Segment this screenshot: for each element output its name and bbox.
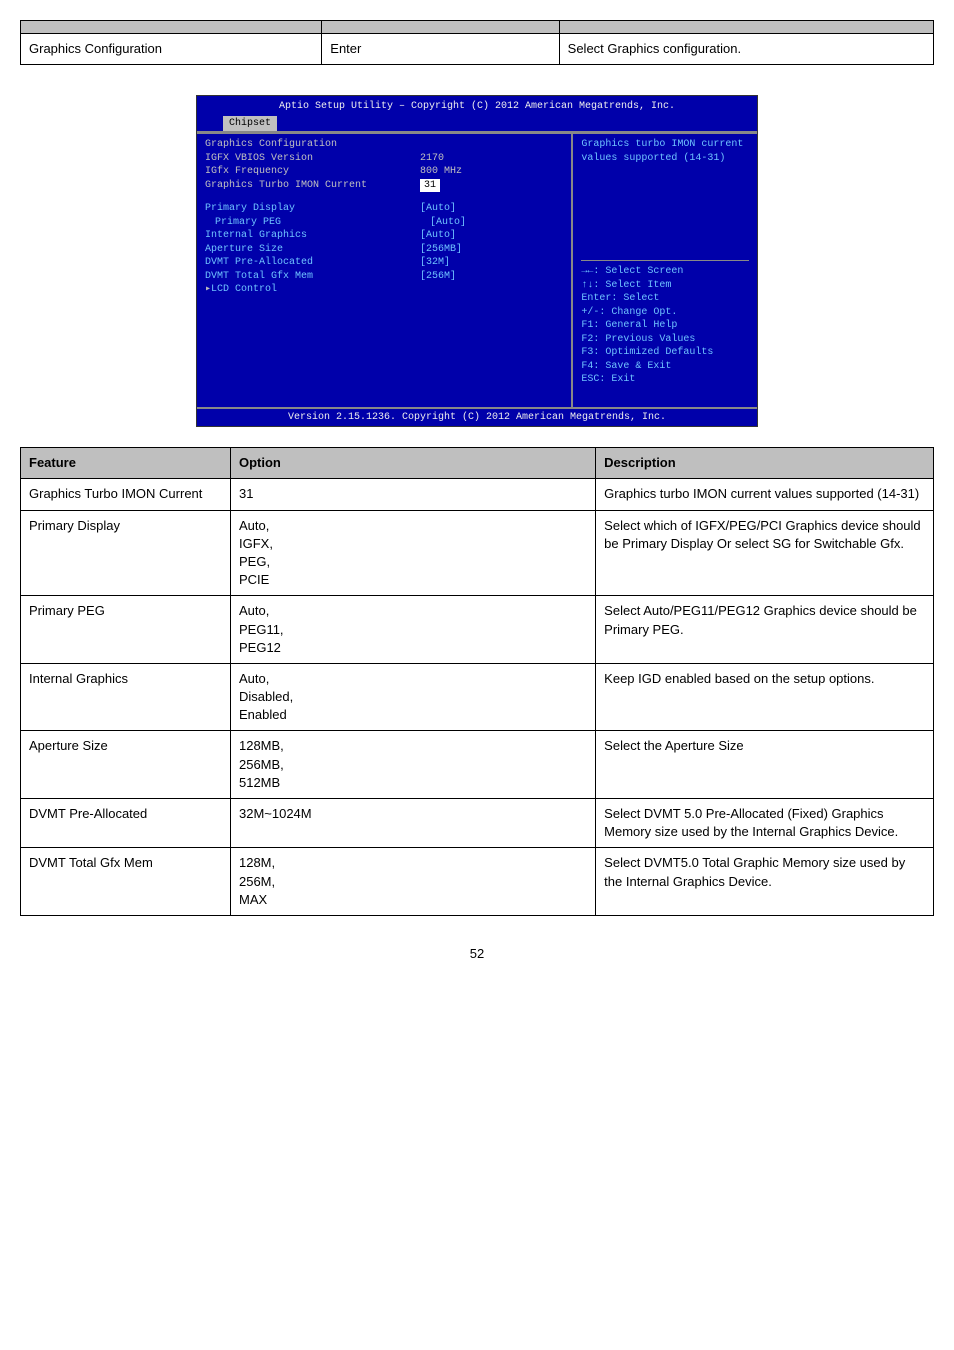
bios-selected-key[interactable]: Graphics Turbo IMON Current	[205, 179, 420, 193]
bios-section-title: Graphics Configuration	[205, 138, 420, 152]
option-cell: Auto, IGFX, PEG, PCIE	[230, 510, 595, 596]
bios-body: Graphics Configuration IGFX VBIOS Versio…	[197, 132, 757, 407]
th-option: Option	[230, 448, 595, 479]
bios-header: Aptio Setup Utility – Copyright (C) 2012…	[197, 96, 757, 132]
upper-feature-cell: Graphics Configuration	[21, 34, 322, 65]
table-row: DVMT Pre-Allocated32M~1024MSelect DVMT 5…	[21, 799, 934, 848]
feature-cell: Primary PEG	[21, 596, 231, 664]
bios-key-line: Enter: Select	[581, 292, 749, 306]
bios-opt-key[interactable]: Aperture Size	[205, 243, 420, 257]
description-cell: Keep IGD enabled based on the setup opti…	[596, 663, 934, 731]
bios-submenu[interactable]: LCD Control	[211, 283, 563, 297]
table-row: Internal GraphicsAuto, Disabled, Enabled…	[21, 663, 934, 731]
description-cell: Graphics turbo IMON current values suppo…	[596, 479, 934, 510]
bios-key-line: F2: Previous Values	[581, 333, 749, 347]
bios-tab-chipset[interactable]: Chipset	[223, 116, 277, 132]
bios-info-val: 800 MHz	[420, 165, 462, 179]
bios-opt-key[interactable]: DVMT Total Gfx Mem	[205, 270, 420, 284]
upper-th-blank3	[559, 21, 933, 34]
table-row: Primary DisplayAuto, IGFX, PEG, PCIESele…	[21, 510, 934, 596]
upper-option-cell: Enter	[322, 34, 559, 65]
table-row: Aperture Size128MB, 256MB, 512MBSelect t…	[21, 731, 934, 799]
bios-opt-val: [Auto]	[430, 216, 466, 230]
upper-th-blank2	[322, 21, 559, 34]
feature-cell: DVMT Total Gfx Mem	[21, 848, 231, 916]
th-feature: Feature	[21, 448, 231, 479]
bios-key-line: F3: Optimized Defaults	[581, 346, 749, 360]
bios-header-title: Aptio Setup Utility – Copyright (C) 2012…	[203, 98, 751, 116]
table-row: Primary PEGAuto, PEG11, PEG12Select Auto…	[21, 596, 934, 664]
upper-feature-table: Graphics Configuration Enter Select Grap…	[20, 20, 934, 65]
lower-header-row: Feature Option Description	[21, 448, 934, 479]
feature-cell: Aperture Size	[21, 731, 231, 799]
bios-key-line: +/-: Change Opt.	[581, 306, 749, 320]
description-cell: Select the Aperture Size	[596, 731, 934, 799]
bios-info-key: IGFX VBIOS Version	[205, 152, 420, 166]
table-row: Graphics Configuration Enter Select Grap…	[21, 34, 934, 65]
upper-desc-cell: Select Graphics configuration.	[559, 34, 933, 65]
bios-info-key: IGfx Frequency	[205, 165, 420, 179]
feature-cell: Primary Display	[21, 510, 231, 596]
option-cell: 128MB, 256MB, 512MB	[230, 731, 595, 799]
bios-left-pane: Graphics Configuration IGFX VBIOS Versio…	[197, 134, 573, 407]
bios-key-hints: →←: Select Screen ↑↓: Select Item Enter:…	[581, 265, 749, 387]
option-cell: 31	[230, 479, 595, 510]
option-cell: 128M, 256M, MAX	[230, 848, 595, 916]
bios-help-text: Graphics turbo IMON current values suppo…	[581, 138, 749, 165]
bios-key-line: F4: Save & Exit	[581, 360, 749, 374]
option-cell: Auto, PEG11, PEG12	[230, 596, 595, 664]
bios-key-line: ↑↓: Select Item	[581, 279, 749, 293]
feature-cell: Graphics Turbo IMON Current	[21, 479, 231, 510]
bios-screenshot: Aptio Setup Utility – Copyright (C) 2012…	[196, 95, 758, 427]
description-cell: Select DVMT5.0 Total Graphic Memory size…	[596, 848, 934, 916]
bios-right-pane: Graphics turbo IMON current values suppo…	[573, 134, 757, 407]
lower-feature-table: Feature Option Description Graphics Turb…	[20, 447, 934, 916]
feature-cell: Internal Graphics	[21, 663, 231, 731]
bios-opt-val: [Auto]	[420, 229, 456, 243]
upper-th-blank1	[21, 21, 322, 34]
table-row: DVMT Total Gfx Mem128M, 256M, MAXSelect …	[21, 848, 934, 916]
bios-opt-val: [32M]	[420, 256, 450, 270]
th-description: Description	[596, 448, 934, 479]
bios-opt-key[interactable]: Primary Display	[205, 202, 420, 216]
upper-header-row	[21, 21, 934, 34]
bios-selected-val[interactable]: 31	[420, 179, 440, 193]
bios-opt-val: [Auto]	[420, 202, 456, 216]
bios-key-line: F1: General Help	[581, 319, 749, 333]
bios-info-val: 2170	[420, 152, 444, 166]
option-cell: 32M~1024M	[230, 799, 595, 848]
bios-help-separator	[581, 260, 749, 261]
bios-key-line: →←: Select Screen	[581, 265, 749, 279]
description-cell: Select DVMT 5.0 Pre-Allocated (Fixed) Gr…	[596, 799, 934, 848]
bios-opt-key[interactable]: DVMT Pre-Allocated	[205, 256, 420, 270]
option-cell: Auto, Disabled, Enabled	[230, 663, 595, 731]
description-cell: Select Auto/PEG11/PEG12 Graphics device …	[596, 596, 934, 664]
bios-opt-key[interactable]: Internal Graphics	[205, 229, 420, 243]
bios-opt-key[interactable]: Primary PEG	[205, 216, 430, 230]
feature-cell: DVMT Pre-Allocated	[21, 799, 231, 848]
bios-opt-val: [256M]	[420, 270, 456, 284]
bios-key-line: ESC: Exit	[581, 373, 749, 387]
table-row: Graphics Turbo IMON Current31Graphics tu…	[21, 479, 934, 510]
bios-opt-val: [256MB]	[420, 243, 462, 257]
bios-footer: Version 2.15.1236. Copyright (C) 2012 Am…	[197, 407, 757, 427]
description-cell: Select which of IGFX/PEG/PCI Graphics de…	[596, 510, 934, 596]
page-number: 52	[20, 946, 934, 961]
